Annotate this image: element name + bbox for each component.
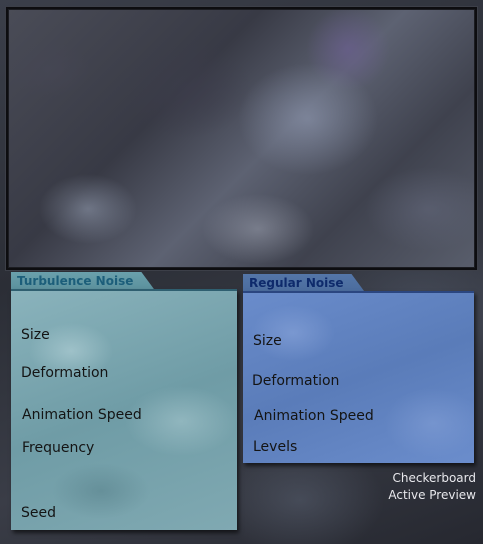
preview-options: Checkerboard Active Preview	[388, 470, 476, 504]
regular-deformation-label: Deformation	[252, 373, 340, 389]
noise-preview	[6, 7, 477, 270]
turbulence-seed-label: Seed	[21, 505, 56, 521]
regular-levels-label: Levels	[253, 439, 298, 455]
regular-animation-speed-label: Animation Speed	[254, 408, 374, 424]
turbulence-noise-body: Size Deformation Animation Speed Frequen…	[11, 289, 237, 530]
regular-noise-panel: Regular Noise Size Deformation Animation…	[243, 274, 474, 463]
turbulence-animation-speed-label: Animation Speed	[22, 407, 142, 423]
regular-size-label: Size	[253, 333, 282, 349]
active-preview-toggle[interactable]: Active Preview	[388, 487, 476, 504]
regular-noise-body: Size Deformation Animation Speed Levels	[243, 291, 474, 463]
turbulence-noise-panel: Turbulence Noise Size Deformation Animat…	[11, 272, 237, 530]
checkerboard-toggle[interactable]: Checkerboard	[388, 470, 476, 487]
turbulence-deformation-label: Deformation	[21, 365, 109, 381]
turbulence-size-label: Size	[21, 327, 50, 343]
turbulence-frequency-label: Frequency	[22, 440, 95, 456]
